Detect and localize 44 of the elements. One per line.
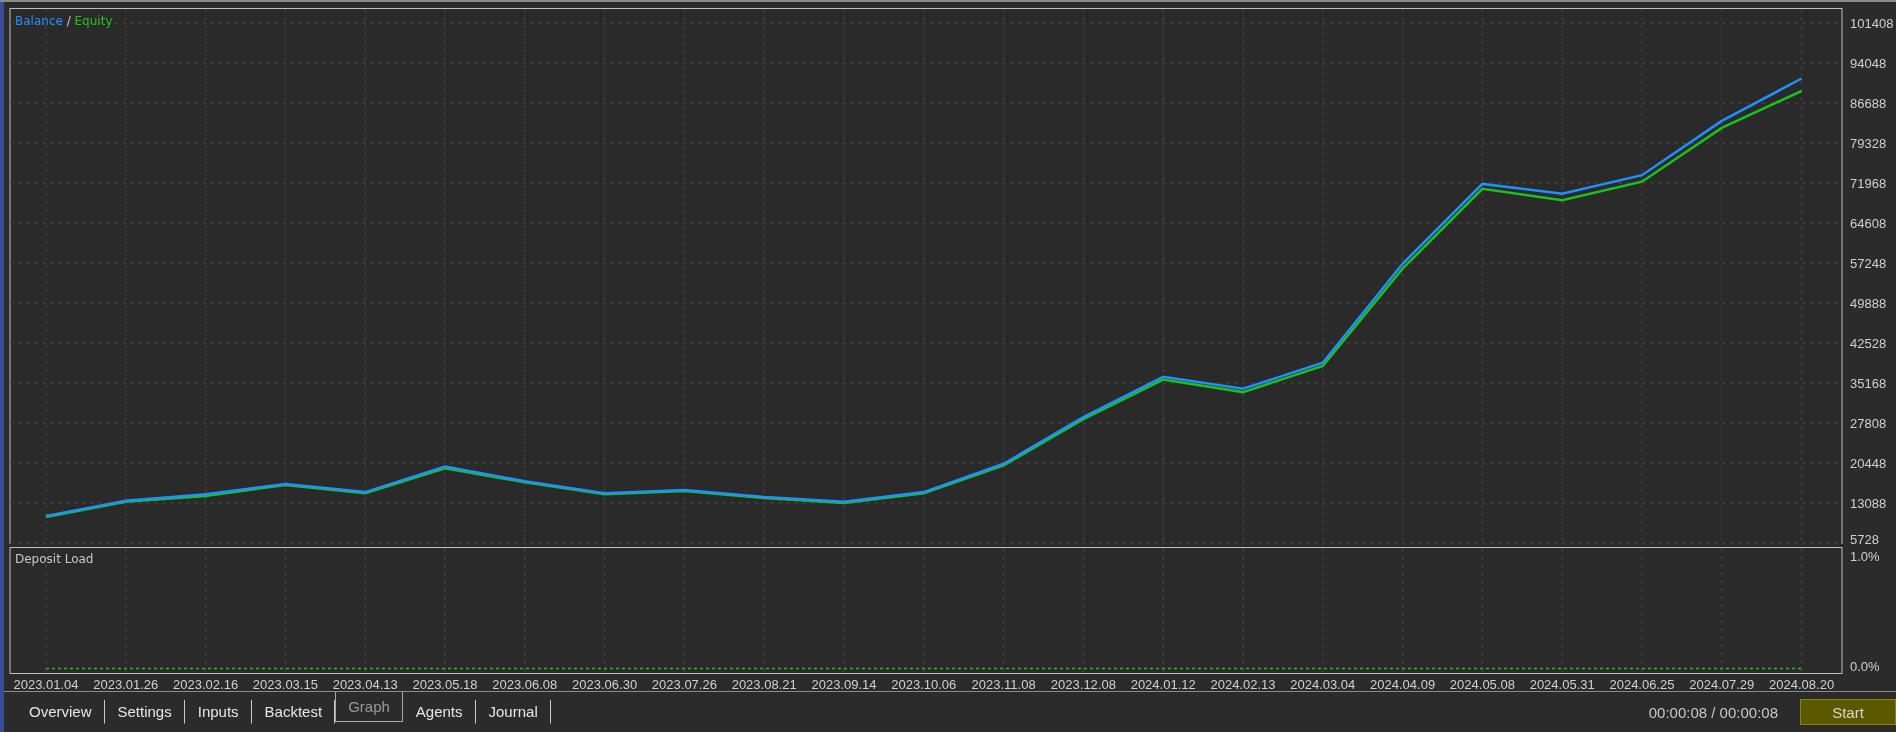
elapsed-time: 00:00:08 / 00:00:08 bbox=[1648, 703, 1778, 721]
axis-label: 2024.04.09 bbox=[1370, 677, 1436, 692]
axis-label: 71968 bbox=[1850, 176, 1887, 191]
axis-label: 2023.02.16 bbox=[173, 677, 239, 692]
axis-label: 2023.06.08 bbox=[492, 677, 558, 692]
axis-label: 2024.06.25 bbox=[1609, 677, 1675, 692]
axis-label: 2023.03.15 bbox=[252, 677, 318, 692]
axis-label: 101408 bbox=[1850, 16, 1894, 31]
axis-label: 79328 bbox=[1850, 136, 1887, 151]
axis-label: 2024.01.12 bbox=[1130, 677, 1196, 692]
axis-label: 2023.10.06 bbox=[891, 677, 957, 692]
axis-label: 20448 bbox=[1850, 456, 1887, 471]
axis-label: 49888 bbox=[1850, 296, 1887, 311]
axis-label: 2024.02.13 bbox=[1210, 677, 1276, 692]
axis-label: 2024.03.04 bbox=[1290, 677, 1356, 692]
axis-label: 2023.01.26 bbox=[93, 677, 159, 692]
axis-label: 64608 bbox=[1850, 216, 1887, 231]
axis-label: 2023.08.21 bbox=[731, 677, 797, 692]
axis-label: 2023.06.30 bbox=[572, 677, 638, 692]
axis-label: 2024.07.29 bbox=[1689, 677, 1755, 692]
axis-label: 2023.05.18 bbox=[412, 677, 478, 692]
axis-label: 13088 bbox=[1850, 496, 1887, 511]
axis-label: 2023.12.08 bbox=[1050, 677, 1116, 692]
axis-label: 0.0% bbox=[1850, 658, 1880, 674]
axis-label: 42528 bbox=[1850, 336, 1887, 351]
axis-label: 57248 bbox=[1850, 256, 1887, 271]
axis-label: 94048 bbox=[1850, 56, 1887, 71]
chart-legend: Balance / Equity bbox=[15, 14, 113, 28]
axis-label: 2023.01.04 bbox=[13, 677, 79, 692]
axis-label: 2024.05.31 bbox=[1529, 677, 1595, 692]
axis-label: 27808 bbox=[1850, 416, 1887, 431]
tab[interactable]: Graph bbox=[335, 692, 403, 723]
axis-label: 2024.05.08 bbox=[1449, 677, 1515, 692]
axis-label: 2023.04.13 bbox=[332, 677, 398, 692]
axis-label: 35168 bbox=[1850, 376, 1887, 391]
chart-title: Deposit Load bbox=[15, 552, 94, 567]
axis-label: 1.0% bbox=[1850, 548, 1880, 564]
axis-label: 5728 bbox=[1850, 532, 1879, 545]
axis-label: 2023.11.08 bbox=[971, 677, 1036, 692]
start-button[interactable]: Start bbox=[1800, 699, 1896, 726]
axis-label: 2023.09.14 bbox=[811, 677, 877, 692]
axis-label: 2024.08.20 bbox=[1769, 677, 1835, 692]
axis-label: 2023.07.26 bbox=[651, 677, 717, 692]
axis-label: 86688 bbox=[1850, 96, 1887, 111]
